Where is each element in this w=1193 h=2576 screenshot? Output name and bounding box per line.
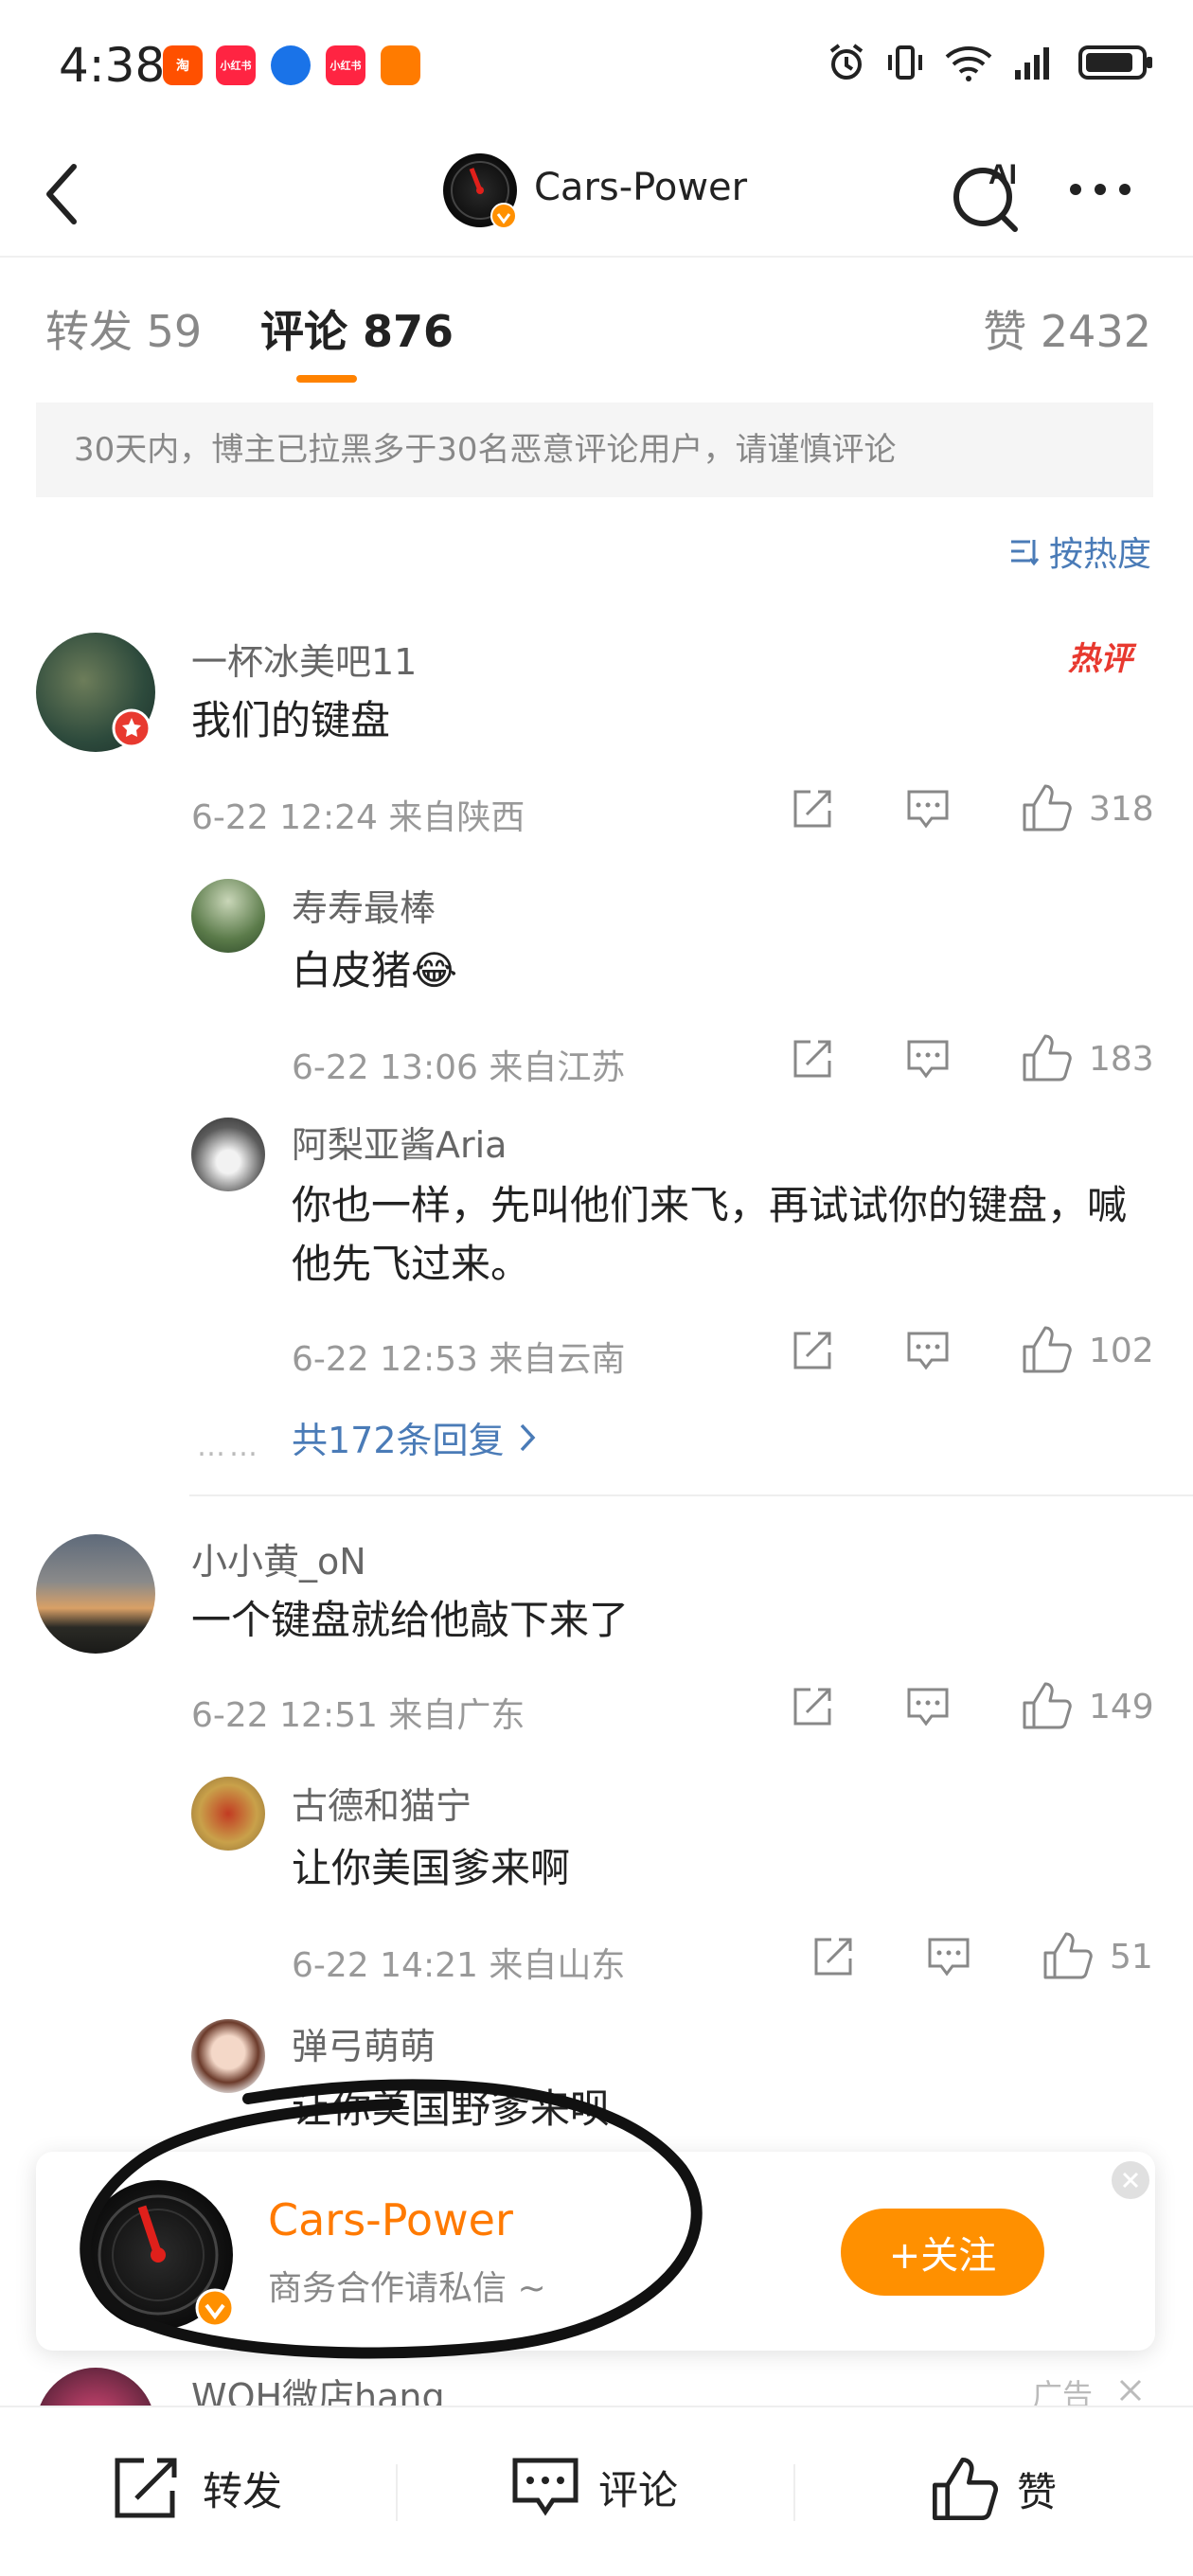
comment-button[interactable]: 评论 — [511, 2455, 678, 2519]
bottom-action-bar: 转发 评论 赞 — [0, 2406, 1193, 2576]
share-icon — [115, 2458, 177, 2518]
comment-label: 评论 — [598, 2466, 679, 2513]
repost-label: 转发 — [203, 2467, 283, 2514]
separator — [793, 2464, 795, 2521]
like-icon — [933, 2458, 998, 2520]
separator — [396, 2464, 398, 2521]
hand-drawn-circle-annotation — [80, 2079, 703, 2359]
like-label: 赞 — [1017, 2468, 1058, 2515]
comment-icon — [512, 2458, 579, 2516]
like-button[interactable]: 赞 — [930, 2455, 1057, 2523]
repost-button[interactable]: 转发 — [112, 2455, 282, 2521]
